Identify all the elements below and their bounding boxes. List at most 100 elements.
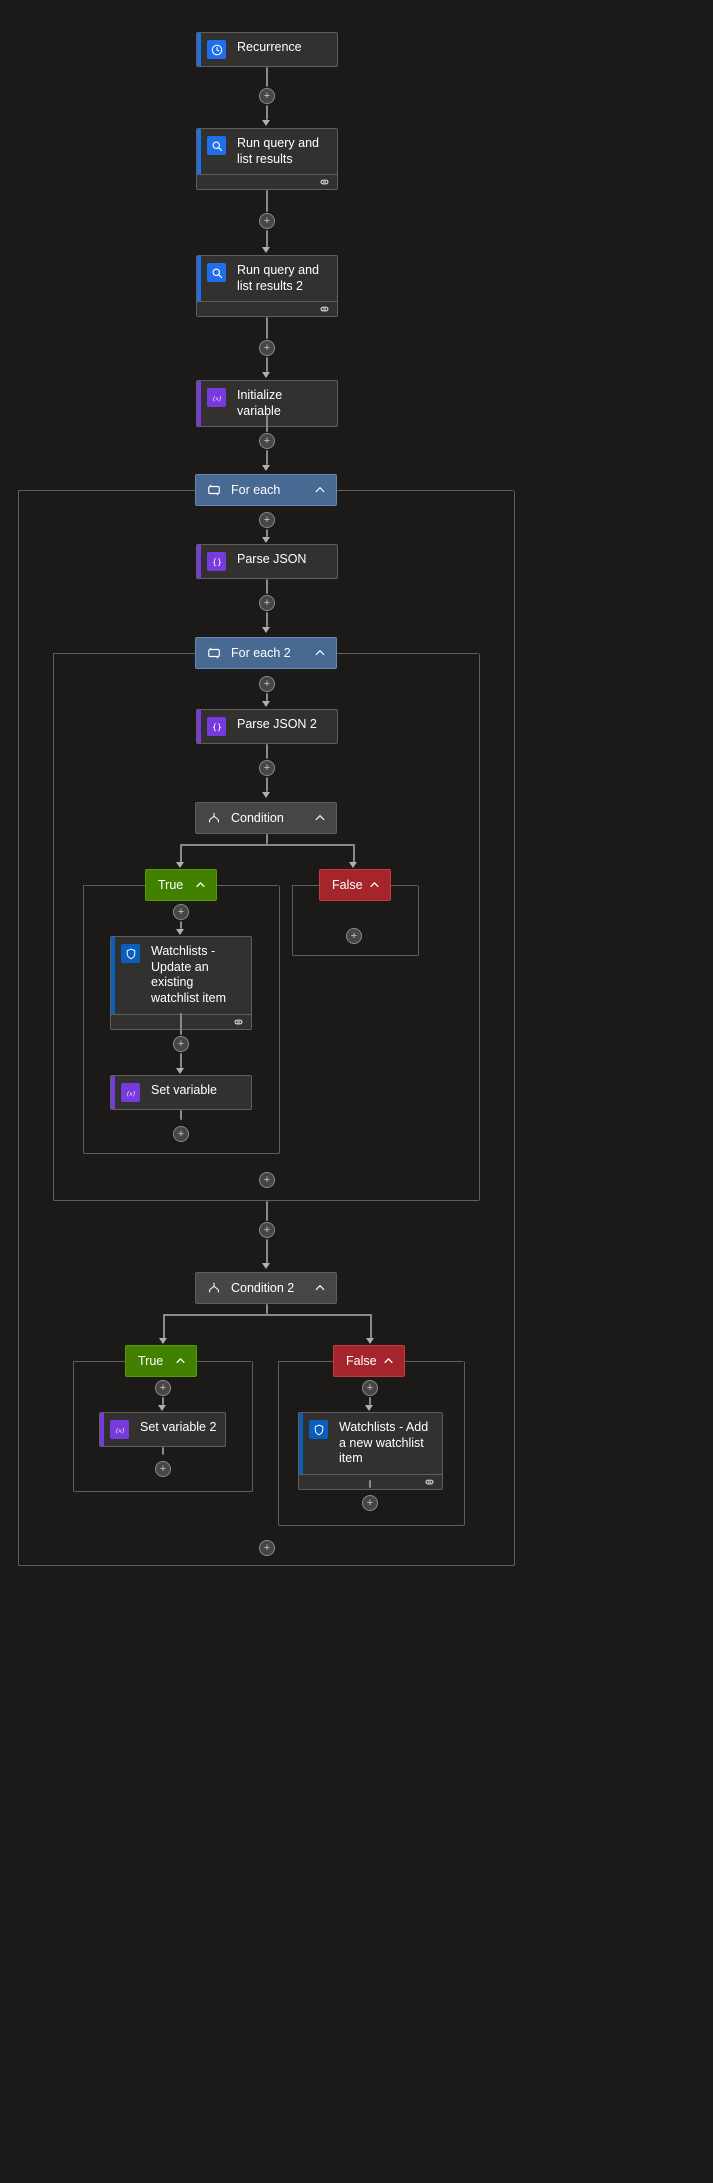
- node-label: Parse JSON: [235, 545, 337, 578]
- arrow-icon: [262, 537, 270, 543]
- svg-text:{x}: {x}: [126, 1090, 135, 1097]
- connector: [163, 1314, 372, 1316]
- sentinel-icon: [121, 944, 140, 963]
- connector: [266, 190, 268, 212]
- arrow-icon: [262, 1263, 270, 1269]
- add-step-button[interactable]: [173, 904, 189, 920]
- link-icon: [423, 1477, 436, 1487]
- node-label: Initialize variable: [235, 381, 337, 426]
- connector: [266, 744, 268, 759]
- add-step-button[interactable]: [259, 88, 275, 104]
- arrow-icon: [262, 120, 270, 126]
- connector: [180, 844, 182, 864]
- connector: [369, 1397, 371, 1405]
- node-parse-json-2[interactable]: {} Parse JSON 2: [196, 709, 338, 744]
- node-label: Run query and list results: [235, 129, 337, 174]
- connector: [163, 1314, 165, 1340]
- node-label: Set variable: [149, 1076, 251, 1109]
- node-run-query-2[interactable]: Run query and list results 2: [196, 255, 338, 317]
- connector: [180, 1110, 182, 1120]
- add-step-button[interactable]: [346, 928, 362, 944]
- azure-monitor-icon: [207, 136, 226, 155]
- connector: [266, 1304, 268, 1314]
- arrow-icon: [262, 792, 270, 798]
- connector: [266, 834, 268, 844]
- connector: [266, 1239, 268, 1263]
- node-recurrence[interactable]: Recurrence: [196, 32, 338, 67]
- connector: [266, 105, 268, 120]
- condition-icon: [204, 809, 223, 828]
- connector: [180, 1013, 182, 1035]
- add-step-button[interactable]: [259, 676, 275, 692]
- scope-border: [197, 1361, 251, 1362]
- header-label: Condition 2: [231, 1281, 294, 1295]
- add-step-button[interactable]: [259, 512, 275, 528]
- add-step-button[interactable]: [155, 1461, 171, 1477]
- connection-indicator: [197, 301, 337, 316]
- header-condition-2[interactable]: Condition 2: [195, 1272, 337, 1304]
- connector: [180, 921, 182, 929]
- sentinel-icon: [309, 1420, 328, 1439]
- add-step-button[interactable]: [259, 433, 275, 449]
- connector: [266, 317, 268, 339]
- node-label: Run query and list results 2: [235, 256, 337, 301]
- scope-border: [292, 885, 319, 886]
- connector: [266, 693, 268, 701]
- scope-border: [53, 653, 195, 654]
- connector: [266, 529, 268, 537]
- add-step-button[interactable]: [259, 340, 275, 356]
- node-run-query-1[interactable]: Run query and list results: [196, 128, 338, 190]
- arrow-icon: [176, 1068, 184, 1074]
- connector: [266, 450, 268, 465]
- svg-text:{x}: {x}: [212, 395, 221, 402]
- connection-indicator: [197, 174, 337, 189]
- node-set-variable-2[interactable]: {x} Set variable 2: [99, 1412, 226, 1447]
- scope-border: [278, 1361, 333, 1362]
- add-step-button[interactable]: [259, 213, 275, 229]
- node-label: Parse JSON 2: [235, 710, 337, 743]
- add-step-button[interactable]: [259, 760, 275, 776]
- add-step-button[interactable]: [259, 595, 275, 611]
- connector: [266, 579, 268, 594]
- scope-border: [217, 885, 278, 886]
- connector: [162, 1397, 164, 1405]
- node-watchlist-add[interactable]: Watchlists - Add a new watchlist item: [298, 1412, 443, 1490]
- arrow-icon: [262, 627, 270, 633]
- arrow-icon: [176, 862, 184, 868]
- chevron-up-icon[interactable]: [314, 1282, 326, 1294]
- add-step-button[interactable]: [259, 1540, 275, 1556]
- link-icon: [318, 177, 331, 187]
- scope-border: [405, 1361, 463, 1362]
- scope-false-1: [292, 885, 419, 956]
- scope-border: [83, 885, 145, 886]
- arrow-icon: [158, 1405, 166, 1411]
- add-step-button[interactable]: [259, 1172, 275, 1188]
- arrow-icon: [262, 372, 270, 378]
- connector: [266, 67, 268, 87]
- connector: [369, 1480, 371, 1488]
- arrow-icon: [366, 1338, 374, 1344]
- header-condition[interactable]: Condition: [195, 802, 337, 834]
- scope-border: [73, 1361, 125, 1362]
- condition-icon: [204, 1279, 223, 1298]
- connector: [266, 612, 268, 627]
- svg-text:{}: {}: [212, 721, 222, 731]
- data-operations-icon: {}: [207, 552, 226, 571]
- add-step-button[interactable]: [173, 1036, 189, 1052]
- link-icon: [318, 304, 331, 314]
- variable-icon: {x}: [110, 1420, 129, 1439]
- node-parse-json[interactable]: {} Parse JSON: [196, 544, 338, 579]
- add-step-button[interactable]: [259, 1222, 275, 1238]
- chevron-up-icon[interactable]: [314, 812, 326, 824]
- node-label: Watchlists - Add a new watchlist item: [337, 1413, 442, 1474]
- add-step-button[interactable]: [155, 1380, 171, 1396]
- add-step-button[interactable]: [173, 1126, 189, 1142]
- add-step-button[interactable]: [362, 1380, 378, 1396]
- node-set-variable[interactable]: {x} Set variable: [110, 1075, 252, 1110]
- connector: [162, 1447, 164, 1455]
- variable-icon: {x}: [207, 388, 226, 407]
- svg-text:{x}: {x}: [115, 1427, 124, 1434]
- scope-border: [391, 885, 417, 886]
- data-operations-icon: {}: [207, 717, 226, 736]
- add-step-button[interactable]: [362, 1495, 378, 1511]
